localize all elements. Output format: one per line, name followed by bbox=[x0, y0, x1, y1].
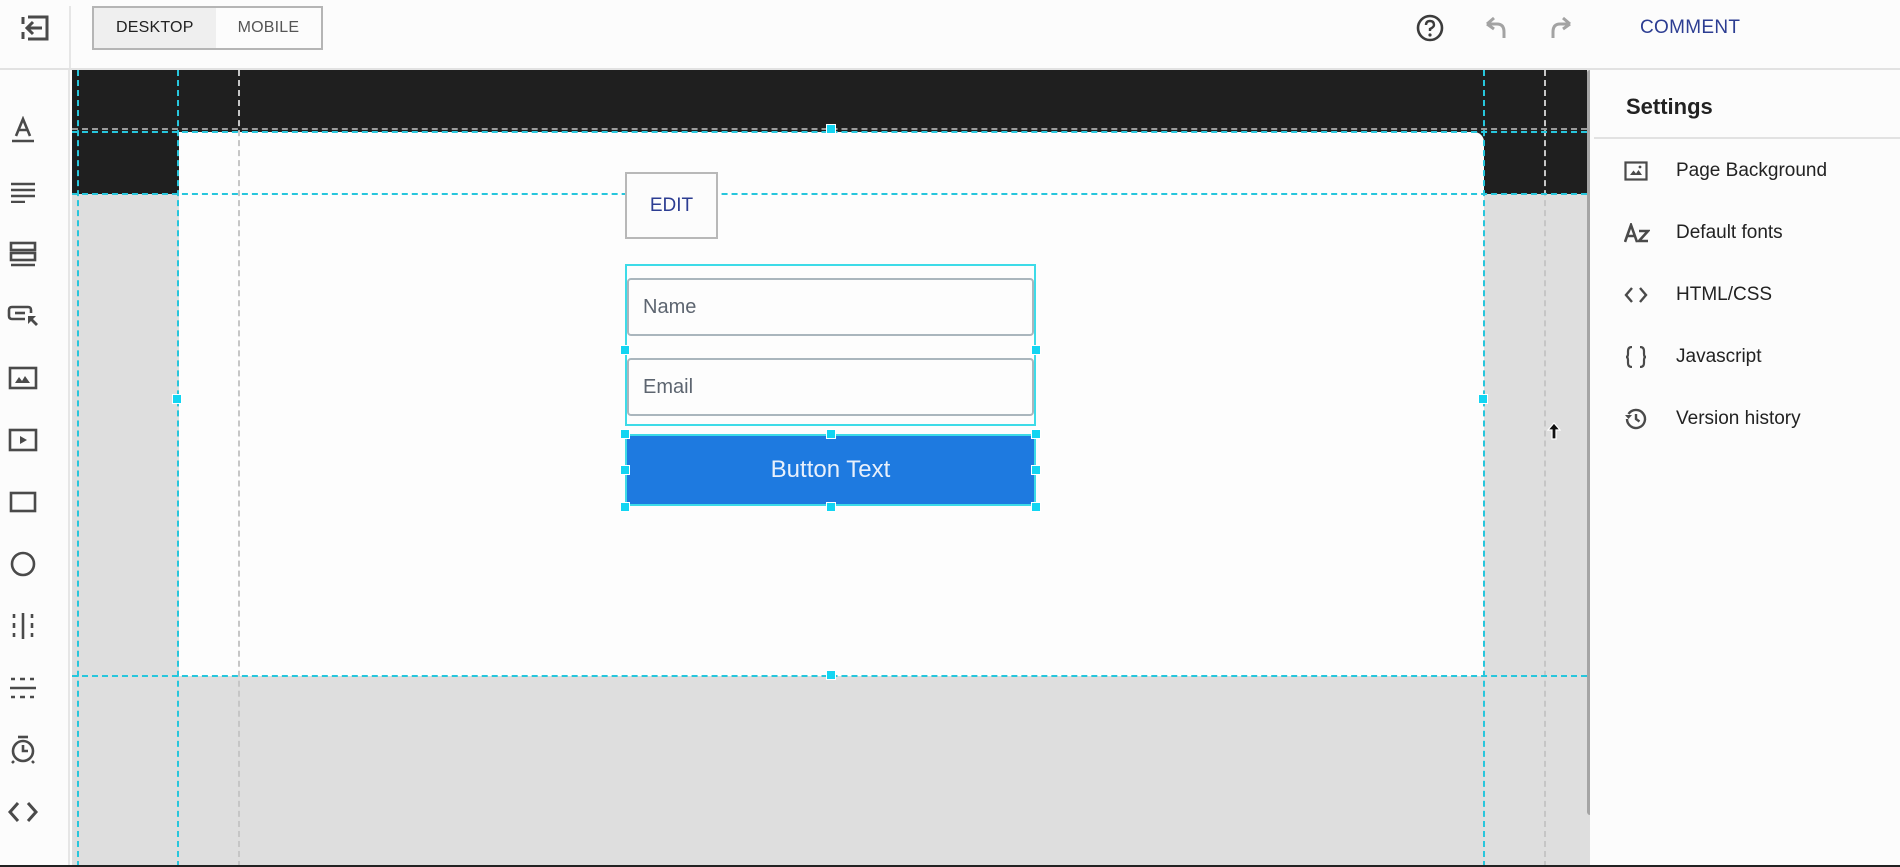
settings-divider bbox=[1594, 137, 1900, 139]
desktop-view-button[interactable]: DESKTOP bbox=[94, 8, 216, 48]
guide-line bbox=[177, 70, 179, 867]
form-icon bbox=[9, 241, 37, 267]
history-icon bbox=[1625, 408, 1647, 430]
font-az-icon bbox=[1624, 223, 1650, 243]
resize-handle[interactable] bbox=[620, 429, 630, 439]
video-icon bbox=[8, 428, 38, 452]
button-cursor-icon bbox=[7, 305, 38, 326]
help-circle-icon bbox=[1416, 14, 1444, 42]
settings-item-label: Javascript bbox=[1676, 346, 1762, 367]
resize-handle[interactable] bbox=[826, 429, 836, 439]
resize-handle-right[interactable] bbox=[1478, 394, 1488, 404]
vertical-line-icon bbox=[12, 613, 34, 639]
tool-vertical-line[interactable] bbox=[0, 603, 46, 649]
tool-timer[interactable] bbox=[0, 727, 46, 773]
tool-code[interactable] bbox=[0, 789, 46, 835]
resize-handle-left[interactable] bbox=[172, 394, 182, 404]
tool-video[interactable] bbox=[0, 417, 46, 463]
resize-handle[interactable] bbox=[826, 502, 836, 512]
help-button[interactable] bbox=[1410, 8, 1450, 48]
circle-icon bbox=[10, 551, 36, 577]
guide-line bbox=[72, 193, 1587, 195]
guide-line bbox=[77, 70, 79, 867]
mouse-cursor-icon bbox=[1547, 422, 1561, 440]
settings-item-label: HTML/CSS bbox=[1676, 284, 1773, 305]
landing-page-editor: DESKTOP MOBILE COMMENT EDIT Name Email B… bbox=[0, 0, 1900, 867]
resize-handle[interactable] bbox=[620, 502, 630, 512]
comment-button[interactable]: COMMENT bbox=[1628, 8, 1753, 48]
settings-item-default-fonts[interactable]: Default fonts bbox=[1594, 209, 1900, 257]
guide-line bbox=[1483, 70, 1485, 867]
tool-paragraph[interactable] bbox=[0, 169, 46, 215]
code-icon bbox=[1624, 287, 1648, 303]
exit-arrow-icon bbox=[21, 15, 49, 41]
settings-item-label: Default fonts bbox=[1676, 222, 1783, 243]
timer-icon bbox=[11, 735, 35, 764]
top-bar: DESKTOP MOBILE COMMENT bbox=[0, 0, 1900, 70]
tool-horizontal-line[interactable] bbox=[0, 665, 46, 711]
tool-box[interactable] bbox=[0, 479, 46, 525]
resize-handle[interactable] bbox=[620, 465, 630, 475]
image-icon bbox=[8, 366, 38, 390]
email-field[interactable]: Email bbox=[627, 358, 1034, 416]
submit-button[interactable]: Button Text bbox=[625, 434, 1036, 506]
rectangle-icon bbox=[9, 491, 37, 513]
guide-line bbox=[238, 70, 240, 867]
settings-item-version-history[interactable]: Version history bbox=[1594, 395, 1900, 443]
resize-handle[interactable] bbox=[1031, 345, 1041, 355]
resize-handle[interactable] bbox=[1031, 429, 1041, 439]
topbar-divider bbox=[69, 6, 71, 68]
settings-item-html-css[interactable]: HTML/CSS bbox=[1594, 271, 1900, 319]
settings-title: Settings bbox=[1626, 94, 1713, 119]
settings-item-javascript[interactable]: Javascript bbox=[1594, 333, 1900, 381]
tool-form[interactable] bbox=[0, 231, 46, 277]
resize-handle[interactable] bbox=[1031, 502, 1041, 512]
canvas-scrollbar[interactable] bbox=[1587, 70, 1590, 815]
tool-circle[interactable] bbox=[0, 541, 46, 587]
view-mode-toggle: DESKTOP MOBILE bbox=[92, 6, 324, 50]
tool-image[interactable] bbox=[0, 355, 46, 401]
code-icon bbox=[7, 802, 39, 822]
redo-icon bbox=[1551, 16, 1571, 38]
resize-handle-top[interactable] bbox=[826, 124, 836, 134]
tool-button[interactable] bbox=[0, 293, 46, 339]
text-icon bbox=[12, 116, 34, 143]
horizontal-line-icon bbox=[10, 677, 36, 699]
settings-panel: Settings Page Background Default fonts H… bbox=[1594, 70, 1900, 867]
edit-button[interactable]: EDIT bbox=[625, 172, 718, 239]
resize-handle-bottom[interactable] bbox=[826, 670, 836, 680]
settings-item-page-background[interactable]: Page Background bbox=[1594, 147, 1900, 195]
curly-braces-icon bbox=[1625, 346, 1647, 368]
mobile-view-button[interactable]: MOBILE bbox=[215, 8, 322, 48]
undo-icon bbox=[1486, 16, 1506, 38]
tool-text[interactable] bbox=[0, 107, 46, 153]
undo-button[interactable] bbox=[1476, 8, 1516, 48]
redo-button[interactable] bbox=[1541, 8, 1581, 48]
image-icon bbox=[1624, 161, 1648, 181]
settings-item-label: Page Background bbox=[1676, 160, 1828, 181]
name-field[interactable]: Name bbox=[627, 278, 1034, 336]
paragraph-icon bbox=[11, 182, 35, 203]
left-toolbar bbox=[0, 70, 70, 867]
resize-handle[interactable] bbox=[1031, 465, 1041, 475]
exit-editor-button[interactable] bbox=[0, 0, 70, 56]
settings-item-label: Version history bbox=[1676, 408, 1801, 429]
resize-handle[interactable] bbox=[620, 345, 630, 355]
guide-line bbox=[1544, 70, 1546, 867]
editor-canvas[interactable]: EDIT Name Email Button Text bbox=[72, 70, 1590, 867]
